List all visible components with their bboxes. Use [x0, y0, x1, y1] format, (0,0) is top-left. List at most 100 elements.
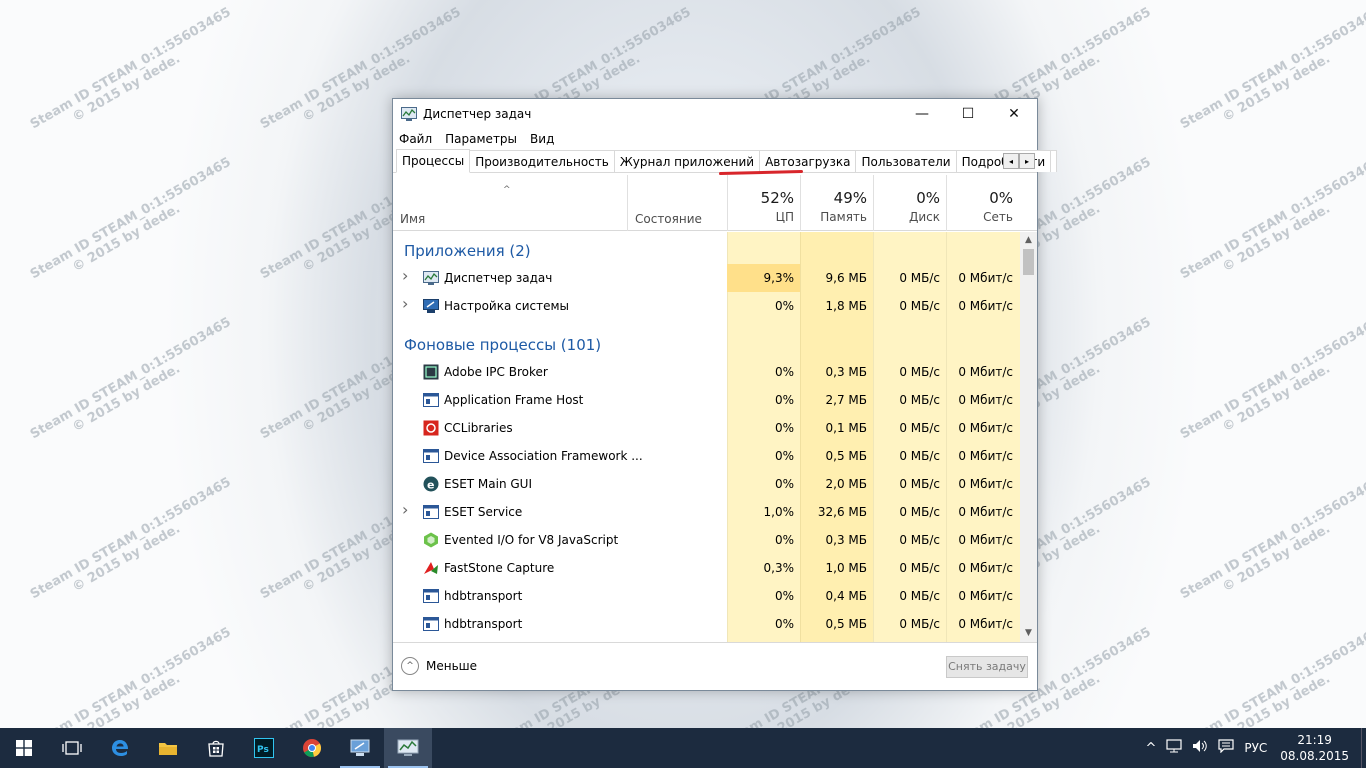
- end-task-button[interactable]: Снять задачу: [946, 656, 1028, 678]
- column-network[interactable]: 0% Сеть: [946, 175, 1019, 231]
- taskbar-chrome[interactable]: [288, 728, 336, 768]
- network-icon[interactable]: [1166, 739, 1182, 757]
- watermark: Steam ID STEAM_0:1:55603465© 2015 by ded…: [1177, 474, 1366, 603]
- memory-cell: 0,4 МБ: [825, 589, 867, 603]
- nodejs-icon: [423, 532, 439, 548]
- fewer-details-button[interactable]: ^ Меньше: [401, 657, 477, 675]
- process-row[interactable]: Evented I/O for V8 JavaScript 0% 0,3 МБ 0 М…: [393, 526, 1021, 554]
- app-window-icon: [423, 448, 439, 464]
- taskbar-system-config[interactable]: [336, 728, 384, 768]
- memory-cell: 9,6 МБ: [825, 271, 867, 285]
- input-language[interactable]: РУС: [1244, 741, 1267, 755]
- volume-icon[interactable]: [1192, 739, 1208, 757]
- show-desktop-button[interactable]: [1361, 728, 1366, 768]
- tab-users[interactable]: Пользователи: [855, 150, 957, 172]
- cpu-cell: 0%: [774, 393, 794, 407]
- process-row[interactable]: Adobe IPC Broker 0% 0,3 МБ 0 МБ/с 0 Мбит/с: [393, 358, 1021, 386]
- system-tray: ^ РУС 21:19 08.08.2015: [1140, 728, 1366, 768]
- fewer-details-label: Меньше: [426, 659, 478, 673]
- menu-view[interactable]: Вид: [530, 132, 554, 146]
- process-row[interactable]: hdbtransport 0% 0,5 МБ 0 МБ/с 0 Мбит/с: [393, 610, 1021, 638]
- tab-startup[interactable]: Автозагрузка: [759, 150, 857, 172]
- process-row[interactable]: hdbtransport 0% 0,4 МБ 0 МБ/с 0 Мбит/с: [393, 582, 1021, 610]
- menu-bar: Файл Параметры Вид: [393, 129, 1037, 149]
- menu-file[interactable]: Файл: [399, 132, 432, 146]
- scroll-down-icon[interactable]: ▼: [1020, 625, 1037, 642]
- group-title: Фоновые процессы (101): [404, 336, 602, 354]
- action-center-icon[interactable]: [1218, 739, 1234, 757]
- column-name[interactable]: Имя: [400, 212, 425, 226]
- process-row[interactable]: Device Association Framework ... 0% 0,5 МБ…: [393, 442, 1021, 470]
- process-name: FastStone Capture: [444, 561, 555, 575]
- memory-cell: 1,0 МБ: [825, 561, 867, 575]
- taskbar-edge[interactable]: [96, 728, 144, 768]
- process-name: Device Association Framework ...: [444, 449, 643, 463]
- scroll-up-icon[interactable]: ▲: [1020, 232, 1037, 249]
- title-bar[interactable]: Диспетчер задач — ☐ ✕: [393, 99, 1037, 129]
- watermark: Steam ID STEAM_0:1:55603465© 2015 by ded…: [1177, 624, 1366, 728]
- clock-time: 21:19: [1297, 733, 1332, 747]
- taskmgr-icon: [423, 270, 439, 286]
- app-window-icon: [423, 616, 439, 632]
- app-window-icon: [423, 392, 439, 408]
- store-icon: [208, 740, 224, 757]
- watermark: Steam ID STEAM_0:1:55603465© 2015 by ded…: [27, 154, 234, 283]
- cpu-cell: 0%: [774, 589, 794, 603]
- network-cell: 0 Мбит/с: [958, 589, 1013, 603]
- tab-performance[interactable]: Производительность: [469, 150, 615, 172]
- scroll-thumb[interactable]: [1023, 249, 1034, 275]
- taskmgr-icon: [401, 107, 417, 121]
- expand-chevron-icon[interactable]: ›: [402, 500, 408, 519]
- process-row[interactable]: › Диспетчер задач 9,3% 9,6 МБ 0 МБ/с 0 Мбит/с: [393, 264, 1021, 292]
- column-cpu[interactable]: 52% ЦП: [727, 175, 800, 231]
- tray-overflow-chevron-icon[interactable]: ^: [1145, 741, 1156, 756]
- column-state[interactable]: Состояние: [627, 175, 702, 231]
- watermark: Steam ID STEAM_0:1:55603465© 2015 by ded…: [1177, 314, 1366, 443]
- network-cell: 0 Мбит/с: [958, 505, 1013, 519]
- watermark: Steam ID STEAM_0:1:55603465© 2015 by ded…: [27, 474, 234, 603]
- task-view-button[interactable]: [48, 728, 96, 768]
- column-memory[interactable]: 49% Память: [800, 175, 873, 231]
- memory-cell: 0,3 МБ: [825, 533, 867, 547]
- group-apps: Приложения (2): [393, 232, 1021, 264]
- memory-cell: 0,3 МБ: [825, 365, 867, 379]
- taskbar-store[interactable]: [192, 728, 240, 768]
- process-row[interactable]: › ESET Service 1,0% 32,6 МБ 0 МБ/с 0 Мбит/с: [393, 498, 1021, 526]
- minimize-button[interactable]: —: [899, 99, 945, 128]
- process-row[interactable]: › Настройка системы 0% 1,8 МБ 0 МБ/с 0 Мбит/с: [393, 292, 1021, 320]
- cpu-cell: 0%: [774, 421, 794, 435]
- process-row[interactable]: CCLibraries 0% 0,1 МБ 0 МБ/с 0 Мбит/с: [393, 414, 1021, 442]
- memory-label: Память: [820, 210, 867, 224]
- taskbar-photoshop[interactable]: Ps: [240, 728, 288, 768]
- folder-icon: [159, 743, 177, 755]
- tab-app-history[interactable]: Журнал приложений: [613, 150, 761, 172]
- taskbar-task-manager[interactable]: [384, 728, 432, 768]
- process-row[interactable]: e ESET Main GUI 0% 2,0 МБ 0 МБ/с 0 Мбит/с: [393, 470, 1021, 498]
- maximize-button[interactable]: ☐: [945, 99, 991, 128]
- expand-chevron-icon[interactable]: ›: [402, 266, 408, 285]
- close-button[interactable]: ✕: [991, 99, 1037, 128]
- process-row[interactable]: Application Frame Host 0% 2,7 МБ 0 МБ/с 0 Мб…: [393, 386, 1021, 414]
- start-button[interactable]: [0, 728, 48, 768]
- column-disk[interactable]: 0% Диск: [873, 175, 946, 231]
- menu-options[interactable]: Параметры: [445, 132, 517, 146]
- disk-cell: 0 МБ/с: [899, 393, 940, 407]
- tab-processes[interactable]: Процессы: [396, 149, 471, 173]
- taskbar-file-explorer[interactable]: [144, 728, 192, 768]
- cpu-cell: 0%: [774, 617, 794, 631]
- clock[interactable]: 21:19 08.08.2015: [1280, 732, 1349, 764]
- cpu-label: ЦП: [775, 210, 794, 224]
- memory-cell: 0,5 МБ: [825, 617, 867, 631]
- tab-scroll-right-icon[interactable]: ▸: [1019, 153, 1035, 169]
- tab-services[interactable]: С: [1050, 150, 1058, 172]
- creative-cloud-icon: [423, 420, 439, 436]
- vertical-scrollbar[interactable]: ▲ ▼: [1020, 232, 1037, 642]
- process-row[interactable]: FastStone Capture 0,3% 1,0 МБ 0 МБ/с 0 Мбит/…: [393, 554, 1021, 582]
- watermark: Steam ID STEAM_0:1:55603465© 2015 by ded…: [27, 4, 234, 133]
- memory-cell: 1,8 МБ: [825, 299, 867, 313]
- disk-cell: 0 МБ/с: [899, 589, 940, 603]
- cpu-total: 52%: [760, 189, 794, 207]
- network-cell: 0 Мбит/с: [958, 299, 1013, 313]
- expand-chevron-icon[interactable]: ›: [402, 294, 408, 313]
- tab-scroll-left-icon[interactable]: ◂: [1003, 153, 1019, 169]
